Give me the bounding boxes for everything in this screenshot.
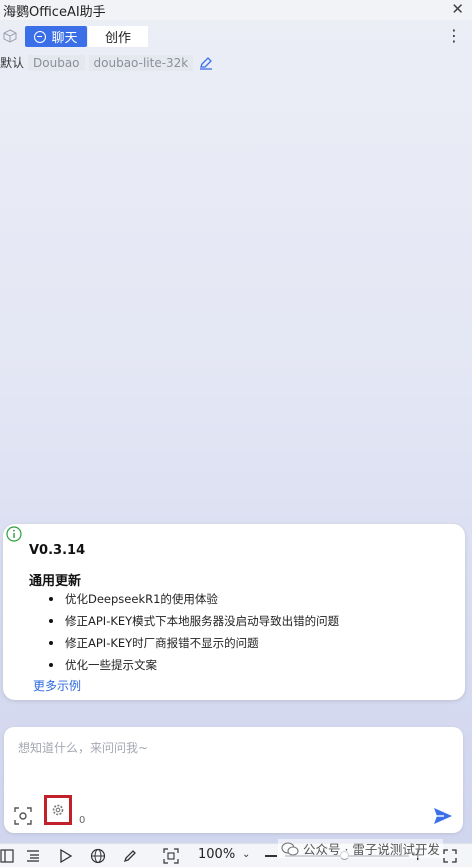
pen-icon[interactable] — [122, 848, 138, 864]
outline-icon[interactable] — [25, 848, 41, 864]
edit-icon[interactable] — [199, 56, 213, 70]
list-item: 修正API-KEY时厂商报错不显示的问题 — [49, 632, 339, 654]
model-provider-chip[interactable]: Doubao — [28, 54, 85, 71]
page-view-icon[interactable] — [0, 848, 16, 864]
watermark: 公众号 · 雷子说测试开发 — [278, 839, 443, 858]
watermark-text: 公众号 · 雷子说测试开发 — [303, 842, 440, 857]
close-icon[interactable]: ✕ — [451, 0, 464, 18]
info-icon — [6, 526, 22, 542]
play-icon[interactable] — [58, 848, 74, 864]
tab-create[interactable]: 创作 — [88, 26, 148, 47]
mode-tabs: 聊天 创作 ⋮ — [0, 26, 472, 48]
version-title: V0.3.14 — [29, 543, 86, 558]
more-examples-link[interactable]: 更多示例 — [33, 677, 81, 694]
settings-button[interactable] — [44, 795, 72, 825]
zoom-level[interactable]: 100% — [198, 847, 235, 862]
cube-icon — [3, 29, 17, 43]
tab-chat[interactable]: 聊天 — [25, 26, 87, 47]
window-title: 海鹦OfficeAI助手 — [3, 5, 106, 20]
model-default-label: 默认 — [0, 56, 25, 70]
gear-icon — [52, 804, 64, 816]
model-name-chip[interactable]: doubao-lite-32k — [88, 54, 194, 71]
list-item: 优化一些提示文案 — [49, 654, 339, 676]
model-selector: 默认 Doubao doubao-lite-32k — [0, 54, 213, 71]
zoom-out-icon[interactable] — [265, 855, 277, 857]
list-item: 优化DeepseekR1的使用体验 — [49, 588, 339, 610]
screenshot-icon[interactable] — [14, 807, 32, 825]
wechat-logo-icon — [281, 841, 299, 856]
tab-chat-label: 聊天 — [51, 31, 78, 46]
title-bar: 海鹦OfficeAI助手 ✕ — [0, 0, 472, 20]
section-title: 通用更新 — [29, 574, 82, 589]
send-icon[interactable] — [433, 807, 453, 825]
list-item: 修正API-KEY模式下本地服务器没启动导致出错的问题 — [49, 610, 339, 632]
fullscreen-icon[interactable] — [442, 848, 458, 864]
chat-input[interactable] — [18, 739, 448, 779]
more-menu-icon[interactable]: ⋮ — [446, 26, 462, 46]
chat-bubble-icon — [34, 30, 47, 43]
tab-create-label: 创作 — [104, 31, 131, 46]
globe-icon[interactable] — [90, 848, 106, 864]
char-counter: 0 — [79, 815, 86, 826]
chevron-down-icon[interactable]: ⌄ — [242, 849, 250, 860]
chat-input-panel: 0 — [4, 727, 463, 833]
update-notes-card: V0.3.14 通用更新 优化DeepseekR1的使用体验 修正API-KEY… — [3, 524, 465, 700]
fit-screen-icon[interactable] — [163, 848, 179, 864]
release-notes-list: 优化DeepseekR1的使用体验 修正API-KEY模式下本地服务器没启动导致… — [49, 588, 339, 676]
